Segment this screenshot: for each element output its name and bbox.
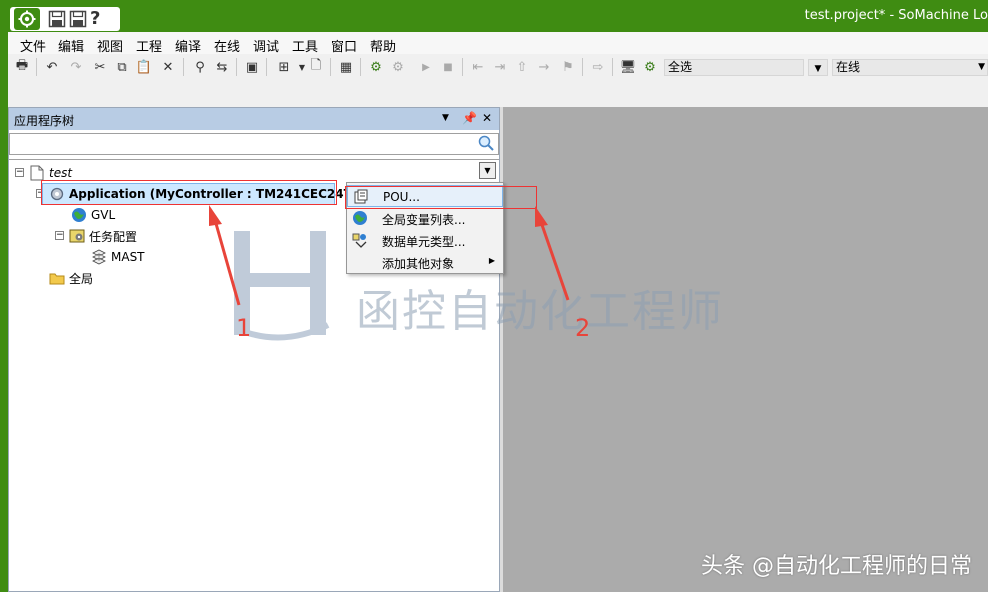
annotation-arrow-1 [213, 219, 241, 306]
arrow-head-1-icon [209, 205, 222, 226]
screen: ? test.project* - SoMachine Lo 文件 编辑 视图 … [0, 0, 988, 592]
annotation-arrow-2 [539, 221, 570, 301]
arrow-head-2-icon [535, 206, 548, 227]
annotation-arrows [209, 205, 570, 306]
annotation-label-2: 2 [575, 314, 591, 342]
credit-text: 头条 @自动化工程师的日常 [701, 554, 972, 579]
annotation-label-1: 1 [236, 314, 252, 342]
